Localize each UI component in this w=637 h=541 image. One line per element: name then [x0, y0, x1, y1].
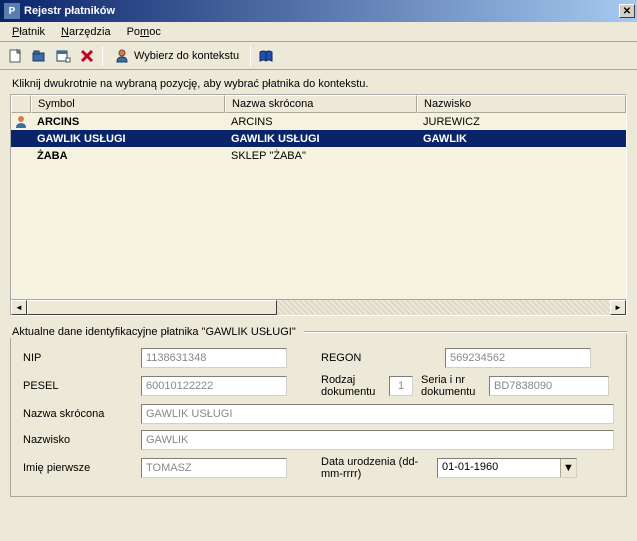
scroll-left-icon[interactable]: ◄ — [11, 300, 27, 315]
rodzaj-dokumentu-field[interactable]: 1 — [389, 376, 413, 396]
label-rodzaj-dokumentu: Rodzaj dokumentu — [321, 374, 381, 398]
cell-symbol: GAWLIK USŁUGI — [31, 132, 225, 146]
menu-pomoc[interactable]: Pomoc — [119, 24, 169, 40]
column-symbol[interactable]: Symbol — [31, 95, 225, 113]
details-group: Aktualne dane identyfikacyjne płatnika "… — [10, 334, 627, 497]
app-icon: P — [4, 3, 20, 19]
label-imie: Imię pierwsze — [23, 462, 133, 474]
label-pesel: PESEL — [23, 380, 133, 392]
label-nip: NIP — [23, 352, 133, 364]
properties-icon[interactable] — [52, 45, 74, 67]
cell-symbol: ŻABA — [31, 149, 225, 163]
select-to-context-button[interactable]: Wybierz do kontekstu — [107, 45, 246, 67]
nazwa-skrocona-field[interactable]: GAWLIK USŁUGI — [141, 404, 614, 424]
cell-nazwa: SKLEP "ŻABA" — [225, 149, 417, 163]
label-nazwisko: Nazwisko — [23, 434, 133, 446]
cell-nazwa: ARCINS — [225, 115, 417, 129]
column-nazwisko[interactable]: Nazwisko — [417, 95, 626, 113]
toolbar-separator — [102, 46, 103, 66]
column-icon[interactable] — [11, 95, 31, 113]
delete-icon[interactable] — [76, 45, 98, 67]
nazwisko-field[interactable]: GAWLIK — [141, 430, 614, 450]
menubar: Płatnik Narzędzia Pomoc — [0, 22, 637, 42]
titlebar: P Rejestr płatników ✕ — [0, 0, 637, 22]
table-header: Symbol Nazwa skrócona Nazwisko — [11, 95, 626, 113]
regon-field[interactable]: 569234562 — [445, 348, 591, 368]
data-urodzenia-field[interactable]: 01-01-1960 ▼ — [437, 458, 577, 478]
column-nazwa-skrocona[interactable]: Nazwa skrócona — [225, 95, 417, 113]
table-row[interactable]: ARCINSARCINSJUREWICZ — [11, 113, 626, 130]
help-book-icon[interactable] — [255, 45, 277, 67]
data-urodzenia-value: 01-01-1960 — [438, 459, 560, 477]
date-dropdown-icon[interactable]: ▼ — [560, 459, 576, 477]
open-icon[interactable] — [28, 45, 50, 67]
label-regon: REGON — [321, 352, 389, 364]
scroll-thumb[interactable] — [27, 300, 277, 315]
menu-narzedzia[interactable]: Narzędzia — [53, 24, 119, 40]
cell-nazwa: GAWLIK USŁUGI — [225, 132, 417, 146]
table-body: ARCINSARCINSJUREWICZGAWLIK USŁUGIGAWLIK … — [11, 113, 626, 299]
new-document-icon[interactable] — [4, 45, 26, 67]
scroll-right-icon[interactable]: ► — [610, 300, 626, 315]
horizontal-scrollbar[interactable]: ◄ ► — [11, 299, 626, 315]
table-row[interactable]: GAWLIK USŁUGIGAWLIK USŁUGIGAWLIK — [11, 130, 626, 147]
toolbar: Wybierz do kontekstu — [0, 42, 637, 70]
nip-field[interactable]: 1138631348 — [141, 348, 287, 368]
label-seria-nr: Seria i nr dokumentu — [421, 374, 481, 398]
cell-symbol: ARCINS — [31, 115, 225, 129]
close-button[interactable]: ✕ — [619, 4, 635, 18]
pesel-field[interactable]: 60010122222 — [141, 376, 287, 396]
window-title: Rejestr płatników — [24, 5, 619, 17]
seria-nr-field[interactable]: BD7838090 — [489, 376, 609, 396]
table-row[interactable]: ŻABASKLEP "ŻABA" — [11, 147, 626, 164]
cell-nazwisko — [417, 155, 626, 157]
details-title: Aktualne dane identyfikacyjne płatnika "… — [10, 326, 627, 338]
payer-table: Symbol Nazwa skrócona Nazwisko ARCINSARC… — [10, 94, 627, 316]
label-data-urodzenia: Data urodzenia (dd-mm-rrrr) — [321, 456, 429, 480]
select-to-context-label: Wybierz do kontekstu — [134, 50, 239, 62]
scroll-track[interactable] — [27, 300, 610, 315]
imie-field[interactable]: TOMASZ — [141, 458, 287, 478]
user-icon — [114, 48, 130, 64]
cell-nazwisko: JUREWICZ — [417, 115, 626, 129]
menu-platnik[interactable]: Płatnik — [4, 24, 53, 40]
content-area: Kliknij dwukrotnie na wybraną pozycję, a… — [0, 70, 637, 507]
hint-text: Kliknij dwukrotnie na wybraną pozycję, a… — [12, 78, 627, 90]
label-nazwa-skrocona: Nazwa skrócona — [23, 408, 133, 420]
cell-nazwisko: GAWLIK — [417, 132, 626, 146]
row-icon — [11, 115, 31, 129]
toolbar-separator — [250, 46, 251, 66]
